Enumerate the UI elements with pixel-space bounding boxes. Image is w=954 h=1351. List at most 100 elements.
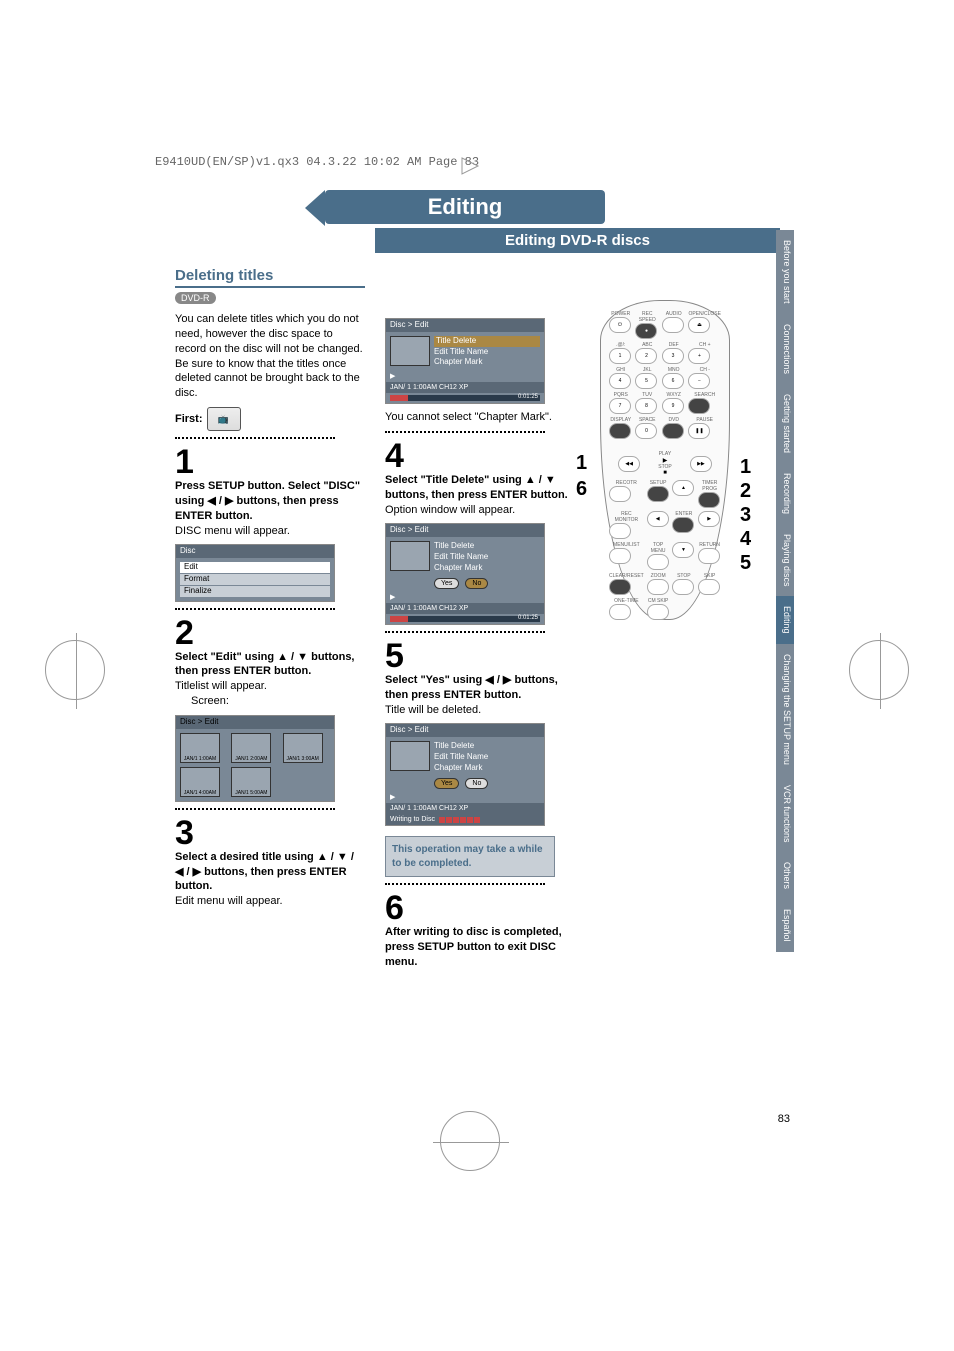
divider — [175, 608, 335, 610]
num-4-button[interactable]: 4 — [609, 373, 631, 389]
remote-right-markers: 1 2 3 4 5 — [740, 455, 751, 575]
thumb — [390, 741, 430, 771]
audio-button[interactable] — [662, 317, 684, 333]
tab-vcr[interactable]: VCR functions — [776, 775, 794, 853]
search-button[interactable] — [688, 398, 710, 414]
return-button[interactable] — [698, 548, 720, 564]
remote-label: PQRS — [609, 392, 632, 398]
print-header: E9410UD(EN/SP)v1.qx3 04.3.22 10:02 AM Pa… — [155, 155, 479, 169]
dvdr-badge: DVD-R — [175, 292, 216, 304]
marker: 5 — [740, 551, 751, 575]
enter-button[interactable] — [672, 517, 694, 533]
tv-icon: 📺 — [207, 407, 241, 431]
page-number: 83 — [778, 1113, 790, 1125]
skip-button[interactable] — [698, 579, 720, 595]
tab-espanol[interactable]: Español — [776, 899, 794, 952]
first-label: First: — [175, 412, 203, 427]
ff-button[interactable]: ▶▶ — [690, 456, 712, 472]
remote-label: OPEN/CLOSE — [688, 311, 721, 317]
screen-header: Disc > Edit — [176, 716, 334, 729]
timer-button[interactable] — [698, 492, 720, 508]
divider — [175, 808, 335, 810]
tab-editing[interactable]: Editing — [776, 596, 794, 644]
num-1-button[interactable]: 1 — [609, 348, 631, 364]
num-2-button[interactable]: 2 — [635, 348, 657, 364]
intro-text-1: You can delete titles which you do not n… — [175, 312, 365, 357]
thumb: JAN/1 5:00AM — [231, 767, 271, 797]
down-button[interactable]: ▼ — [672, 542, 694, 558]
tab-before[interactable]: Before you start — [776, 230, 794, 314]
disc-menu-header: Disc — [176, 545, 334, 558]
tab-recording[interactable]: Recording — [776, 463, 794, 524]
tab-playing[interactable]: Playing discs — [776, 524, 794, 597]
divider — [385, 431, 545, 433]
thumb-label: JAN/1 3:00AM — [284, 756, 322, 763]
note: You cannot select "Chapter Mark". — [385, 410, 575, 425]
remote-label: PAUSE — [688, 417, 721, 423]
step-1-number: 1 — [175, 445, 365, 479]
recotr-button[interactable] — [609, 486, 631, 502]
remote-label: SETUP — [647, 480, 670, 486]
display-button[interactable] — [609, 423, 631, 439]
screen-header: Disc > Edit — [386, 524, 544, 537]
ch-up-button[interactable]: + — [688, 348, 710, 364]
crop-mark-left — [45, 640, 105, 700]
num-0-button[interactable]: 0 — [635, 423, 657, 439]
num-3-button[interactable]: 3 — [662, 348, 684, 364]
remote-control: POWER⏻ REC SPEED● AUDIO OPEN/CLOSE⏏ .@/:… — [600, 300, 730, 620]
screen-label: Screen: — [191, 694, 365, 709]
stop-btn[interactable] — [672, 579, 694, 595]
pause-button[interactable]: ❚❚ — [688, 423, 710, 439]
marker: 3 — [740, 503, 751, 527]
power-button[interactable]: ⏻ — [609, 317, 631, 333]
remote-label: ABC — [635, 342, 659, 348]
menu-item: Chapter Mark — [434, 563, 540, 574]
num-8-button[interactable]: 8 — [635, 398, 657, 414]
marker: 2 — [740, 479, 751, 503]
menu-button[interactable] — [609, 548, 631, 564]
setup-button[interactable] — [647, 486, 669, 502]
no-button: No — [465, 778, 488, 789]
step-4-sub: Option window will appear. — [385, 503, 575, 518]
remote-label: ENTER — [672, 511, 695, 517]
rew-button[interactable]: ◀◀ — [618, 456, 640, 472]
remote-label: POWER — [609, 311, 632, 317]
footer-info: JAN/ 1 1:00AM CH12 XP — [390, 383, 468, 392]
clear-button[interactable] — [609, 579, 631, 595]
remote-label: CLEAR/RESET — [609, 573, 644, 579]
ch-down-button[interactable]: − — [688, 373, 710, 389]
top-menu-button[interactable] — [647, 554, 669, 570]
rec-speed-button[interactable]: ● — [635, 323, 657, 339]
remote-label: MNO — [662, 367, 685, 373]
onetime-button[interactable] — [609, 604, 631, 620]
up-button[interactable]: ▲ — [672, 480, 694, 496]
num-5-button[interactable]: 5 — [635, 373, 657, 389]
remote-label: STOP — [658, 464, 672, 470]
remote-marker-1: 1 — [576, 452, 587, 475]
open-close-button[interactable]: ⏏ — [688, 317, 710, 333]
remote-label: REC SPEED — [635, 311, 659, 323]
rec-monitor-button[interactable] — [609, 523, 631, 539]
num-9-button[interactable]: 9 — [662, 398, 684, 414]
cmskip-button[interactable] — [647, 604, 669, 620]
callout-box: This operation may take a while to be co… — [385, 836, 555, 877]
dvd-button[interactable] — [662, 423, 684, 439]
thumb — [390, 541, 430, 571]
tab-others[interactable]: Others — [776, 852, 794, 899]
left-button[interactable]: ◀ — [647, 511, 669, 527]
menu-item: Chapter Mark — [434, 763, 540, 774]
num-6-button[interactable]: 6 — [662, 373, 684, 389]
disc-menu-item-edit: Edit — [180, 562, 330, 573]
tab-getting-started[interactable]: Getting started — [776, 384, 794, 463]
zoom-button[interactable] — [647, 579, 669, 595]
remote-label: DEF — [662, 342, 685, 348]
num-7-button[interactable]: 7 — [609, 398, 631, 414]
writing-label: Writing to Disc — [390, 815, 435, 824]
right-button[interactable]: ▶ — [698, 511, 720, 527]
yes-button: Yes — [434, 578, 459, 589]
tab-setup[interactable]: Changing the SETUP menu — [776, 644, 794, 775]
divider — [385, 631, 545, 633]
thumb-label: JAN/1 1:00AM — [181, 756, 219, 763]
tab-connections[interactable]: Connections — [776, 314, 794, 384]
marker: 1 — [740, 455, 751, 479]
